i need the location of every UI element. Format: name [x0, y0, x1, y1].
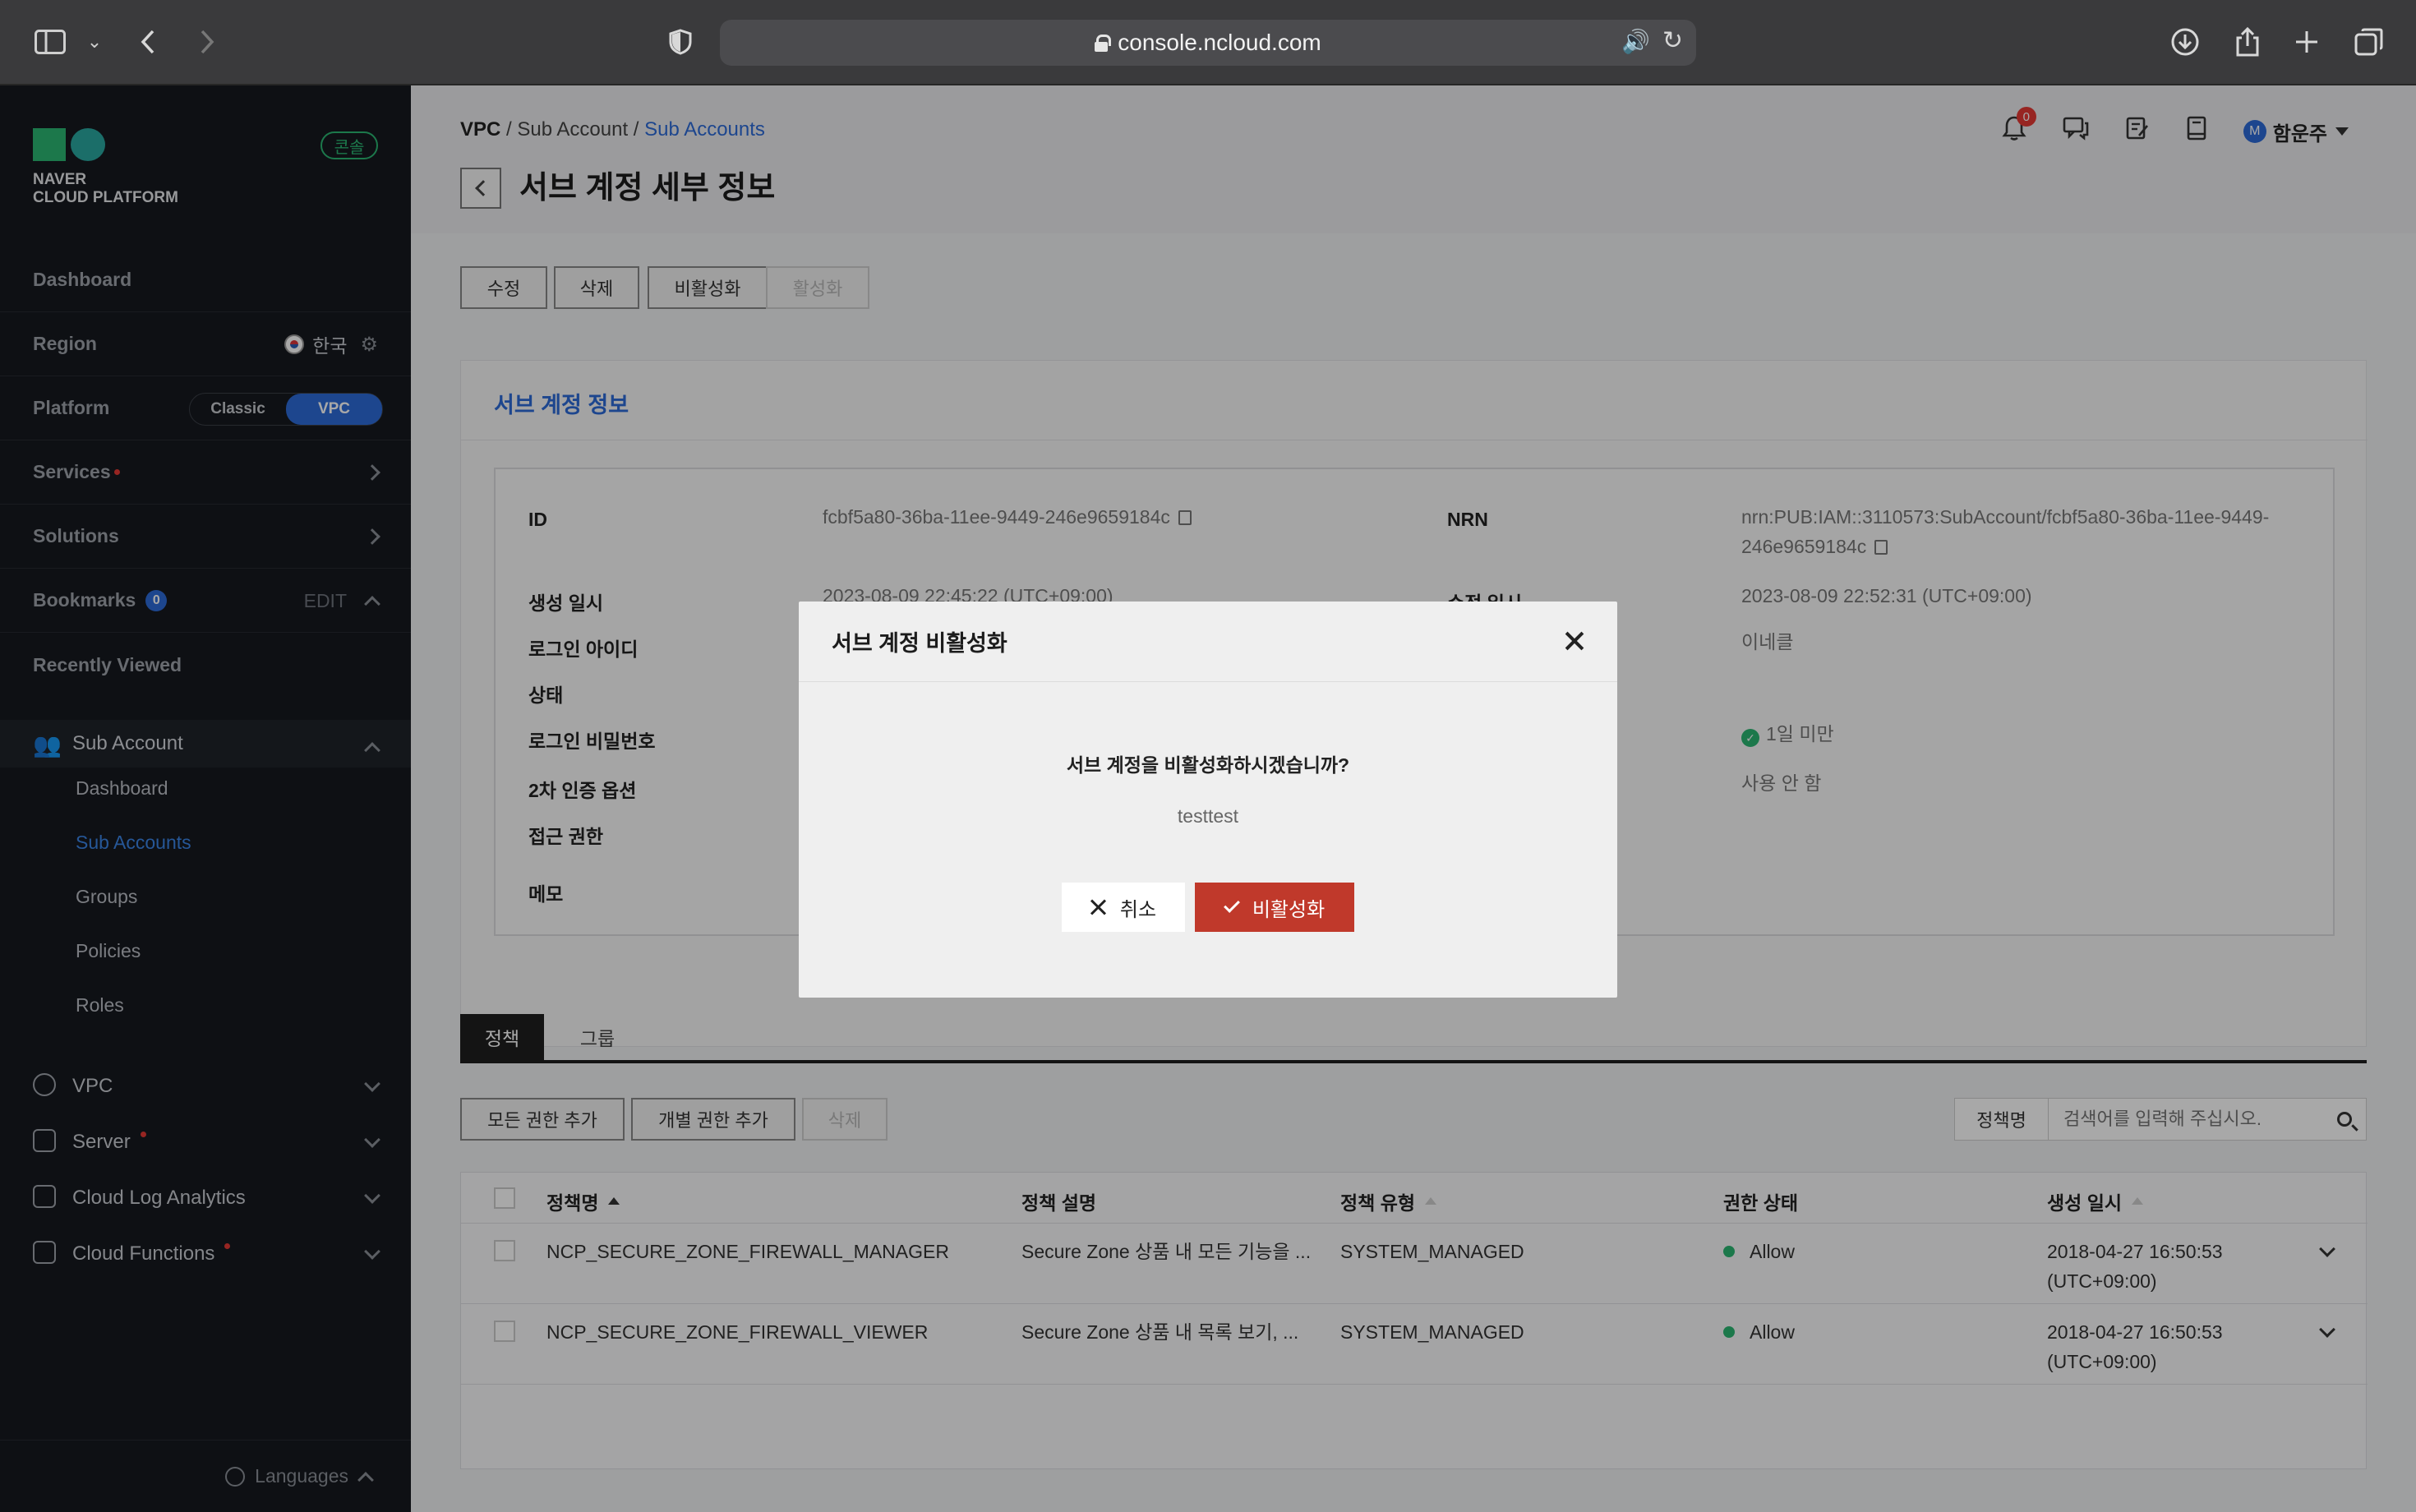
browser-toolbar: ⌄ console.ncloud.com 🔊 ↻ — [0, 0, 2416, 85]
check-icon — [1223, 897, 1240, 913]
url-text: console.ncloud.com — [1118, 30, 1321, 55]
address-bar[interactable]: console.ncloud.com 🔊 ↻ — [720, 20, 1696, 66]
close-icon — [1090, 899, 1107, 915]
shield-icon[interactable] — [664, 21, 697, 62]
dialog-question: 서브 계정을 비활성화하시겠습니까? — [1066, 754, 1350, 776]
reload-icon[interactable]: ↻ — [1662, 26, 1683, 55]
cancel-button[interactable]: 취소 — [1062, 883, 1185, 932]
dialog-title: 서브 계정 비활성화 — [799, 602, 1617, 682]
cancel-label: 취소 — [1119, 898, 1157, 921]
chevron-down-icon[interactable]: ⌄ — [82, 21, 107, 62]
forward-arrow-icon[interactable] — [191, 21, 224, 62]
lock-icon — [1095, 35, 1112, 52]
dialog-account-name: testtest — [1177, 805, 1239, 827]
sidebar-toggle-icon[interactable] — [30, 21, 71, 62]
deactivate-dialog: 서브 계정 비활성화 서브 계정을 비활성화하시겠습니까? testtest 취… — [799, 602, 1617, 998]
close-icon[interactable] — [1561, 628, 1588, 654]
back-arrow-icon[interactable] — [131, 21, 164, 62]
confirm-deactivate-button[interactable]: 비활성화 — [1195, 883, 1354, 932]
new-tab-icon[interactable] — [2288, 21, 2326, 62]
tab-overview-icon[interactable] — [2350, 21, 2388, 62]
download-icon[interactable] — [2166, 21, 2204, 62]
share-icon[interactable] — [2229, 21, 2266, 62]
confirm-label: 비활성화 — [1252, 898, 1326, 921]
speaker-icon[interactable]: 🔊 — [1621, 28, 1650, 55]
